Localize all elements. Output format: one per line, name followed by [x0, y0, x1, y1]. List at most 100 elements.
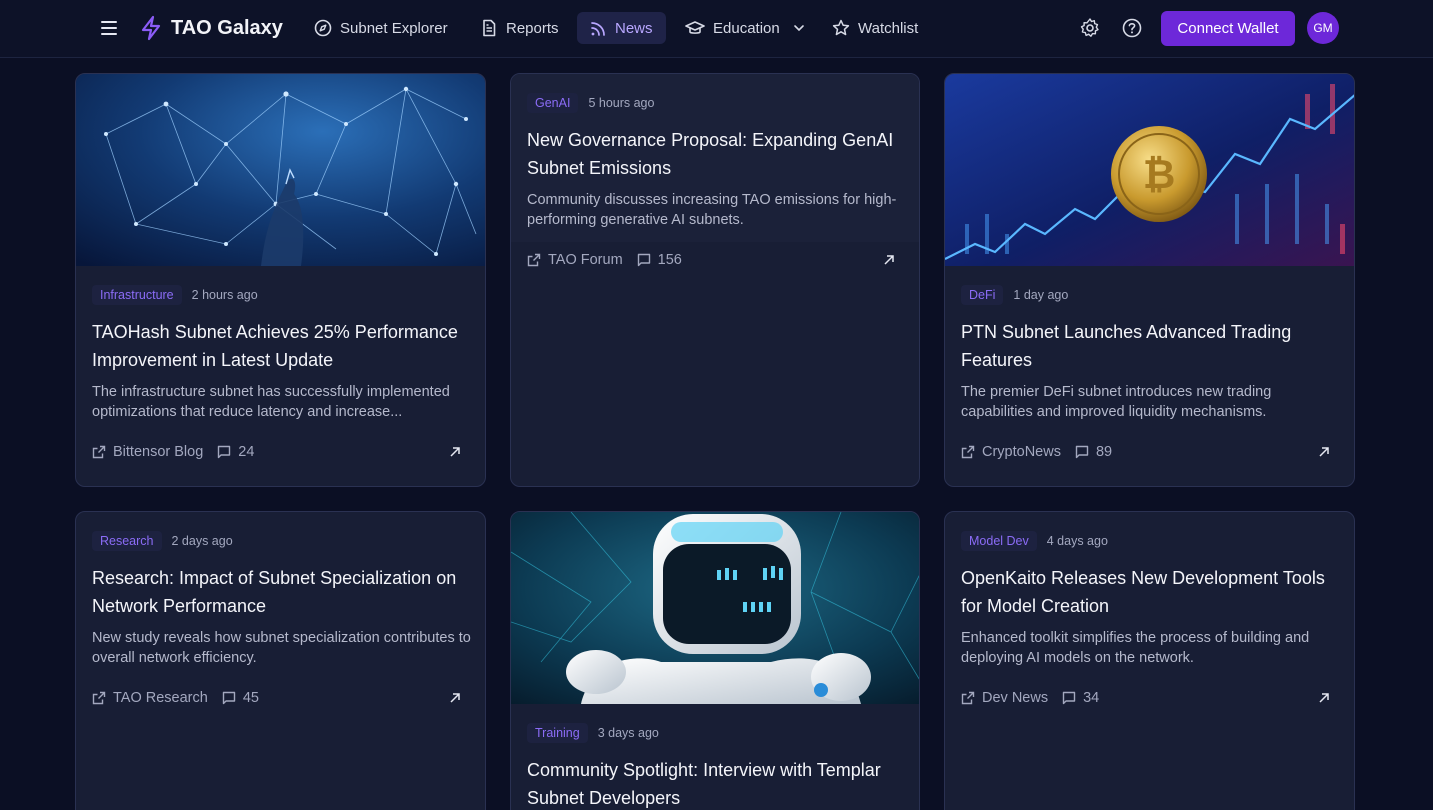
card-meta: Infrastructure 2 hours ago — [92, 285, 258, 305]
card-footer: Bittensor Blog 24 — [92, 444, 461, 460]
card-meta: DeFi 1 day ago — [961, 285, 1068, 305]
top-navigation-bar: TAO Galaxy Subnet Explorer Reports News … — [0, 0, 1433, 58]
news-card[interactable]: Model Dev 4 days ago OpenKaito Releases … — [944, 511, 1355, 810]
category-badge[interactable]: DeFi — [961, 285, 1004, 305]
source-link[interactable]: Bittensor Blog — [92, 444, 203, 460]
nav-news[interactable]: News — [577, 12, 666, 44]
article-title[interactable]: TAOHash Subnet Achieves 25% Performance … — [92, 318, 471, 374]
comment-count: 45 — [242, 690, 259, 706]
avatar[interactable]: GM — [1307, 12, 1339, 44]
open-article-arrow-icon[interactable] — [449, 446, 461, 458]
card-footer: Dev News 34 — [961, 690, 1330, 706]
category-badge[interactable]: Model Dev — [961, 531, 1037, 551]
nav-label: Subnet Explorer — [340, 19, 448, 37]
article-description: Enhanced toolkit simplifies the process … — [961, 630, 1310, 666]
article-description: The premier DeFi subnet introduces new t… — [961, 384, 1272, 420]
rss-icon — [591, 21, 605, 36]
timestamp: 5 hours ago — [588, 96, 655, 110]
brand-name: TAO Galaxy — [171, 16, 283, 39]
category-badge[interactable]: Training — [527, 723, 588, 743]
robot-image — [511, 512, 919, 704]
lightning-icon — [141, 15, 161, 41]
hamburger-menu-icon[interactable] — [99, 18, 119, 38]
open-article-arrow-icon[interactable] — [449, 692, 461, 704]
timestamp: 3 days ago — [597, 726, 659, 740]
bitcoin-chart-image: ₿ — [945, 74, 1354, 266]
card-meta: GenAI 5 hours ago — [527, 93, 654, 113]
article-title[interactable]: Community Spotlight: Interview with Temp… — [527, 756, 905, 810]
source-link[interactable]: TAO Forum — [527, 252, 623, 268]
nav-label: Reports — [506, 19, 559, 37]
comment-icon — [637, 253, 650, 267]
card-meta: Training 3 days ago — [527, 723, 659, 743]
news-card[interactable]: Training 3 days ago Community Spotlight:… — [510, 511, 920, 810]
article-description: Community discusses increasing TAO emiss… — [527, 192, 897, 228]
article-title[interactable]: OpenKaito Releases New Development Tools… — [961, 564, 1340, 620]
comments-link[interactable]: 34 — [1062, 690, 1099, 706]
comment-icon — [218, 445, 231, 459]
comment-count: 156 — [657, 252, 682, 268]
external-link-icon — [961, 691, 975, 705]
source-name: Dev News — [982, 690, 1049, 706]
source-name: TAO Research — [113, 690, 208, 706]
svg-text:₿: ₿ — [1143, 152, 1176, 198]
document-icon — [483, 19, 496, 37]
external-link-icon — [92, 445, 106, 459]
comment-icon — [1075, 445, 1089, 459]
category-badge[interactable]: GenAI — [527, 93, 579, 113]
settings-gear-icon[interactable] — [1079, 17, 1101, 39]
news-card[interactable]: Research 2 days ago Research: Impact of … — [75, 511, 486, 810]
external-link-icon — [527, 253, 541, 267]
source-name: TAO Forum — [548, 252, 623, 268]
card-footer: TAO Research 45 — [92, 690, 461, 706]
comments-link[interactable]: 24 — [217, 444, 254, 460]
chevron-down-icon — [793, 25, 804, 32]
comment-count: 34 — [1083, 690, 1100, 706]
category-badge[interactable]: Research — [92, 531, 162, 551]
article-title[interactable]: PTN Subnet Launches Advanced Trading Fea… — [961, 318, 1340, 374]
star-icon — [832, 19, 850, 36]
nav-label: News — [615, 19, 653, 37]
comments-link[interactable]: 45 — [222, 690, 259, 706]
card-footer: TAO Forum 156 — [527, 252, 895, 268]
card-meta: Model Dev 4 days ago — [961, 531, 1108, 551]
card-footer: CryptoNews 89 — [961, 444, 1330, 460]
open-article-arrow-icon[interactable] — [1318, 446, 1330, 458]
open-article-arrow-icon[interactable] — [1318, 692, 1330, 704]
source-link[interactable]: Dev News — [961, 690, 1048, 706]
source-link[interactable]: TAO Research — [92, 690, 208, 706]
source-link[interactable]: CryptoNews — [961, 444, 1061, 460]
source-name: Bittensor Blog — [113, 444, 204, 460]
open-article-arrow-icon[interactable] — [883, 254, 895, 266]
external-link-icon — [961, 445, 975, 459]
external-link-icon — [92, 691, 106, 705]
timestamp: 1 day ago — [1013, 288, 1069, 302]
nav-label: Education — [713, 19, 780, 37]
article-title[interactable]: Research: Impact of Subnet Specializatio… — [92, 564, 471, 620]
article-title[interactable]: New Governance Proposal: Expanding GenAI… — [527, 126, 905, 182]
comments-link[interactable]: 89 — [1075, 444, 1112, 460]
brand-logo[interactable]: TAO Galaxy — [139, 14, 283, 42]
timestamp: 2 days ago — [171, 534, 233, 548]
nav-education[interactable]: Education — [677, 12, 814, 44]
card-meta: Research 2 days ago — [92, 531, 233, 551]
graduation-cap-icon — [685, 21, 705, 34]
help-icon[interactable] — [1121, 17, 1143, 39]
article-description: The infrastructure subnet has successful… — [92, 384, 450, 420]
nav-reports[interactable]: Reports — [472, 12, 567, 44]
nav-watchlist[interactable]: Watchlist — [824, 12, 926, 44]
comments-link[interactable]: 156 — [637, 252, 682, 268]
timestamp: 4 days ago — [1046, 534, 1108, 548]
timestamp: 2 hours ago — [191, 288, 258, 302]
category-badge[interactable]: Infrastructure — [92, 285, 182, 305]
news-card[interactable]: Infrastructure 2 hours ago TAOHash Subne… — [75, 73, 486, 487]
article-description: New study reveals how subnet specializat… — [92, 630, 471, 666]
nav-subnet-explorer[interactable]: Subnet Explorer — [306, 12, 456, 44]
connect-wallet-button[interactable]: Connect Wallet — [1161, 11, 1295, 46]
news-card[interactable]: GenAI 5 hours ago New Governance Proposa… — [510, 73, 920, 487]
news-card[interactable]: ₿ DeFi 1 day ago PTN Subnet Launches Adv… — [944, 73, 1355, 487]
compass-icon — [314, 19, 332, 37]
comment-icon — [1062, 691, 1076, 705]
nav-label: Watchlist — [858, 19, 919, 37]
network-hand-image — [76, 74, 485, 266]
